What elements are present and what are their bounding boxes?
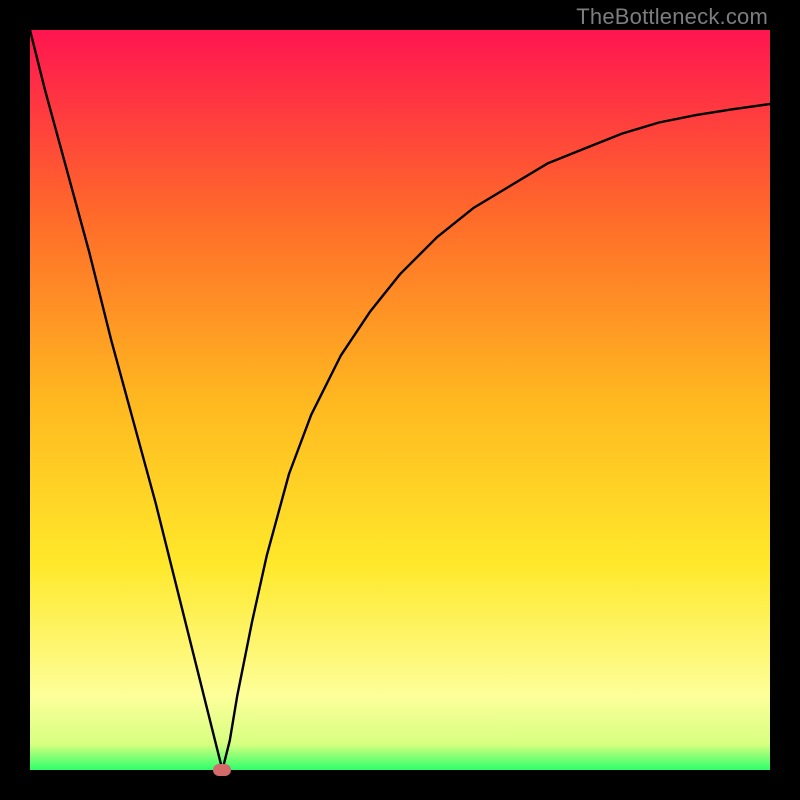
chart-frame: [30, 30, 770, 770]
bottleneck-curve: [30, 30, 770, 770]
watermark-text: TheBottleneck.com: [576, 4, 768, 30]
optimal-point-marker: [213, 764, 231, 776]
